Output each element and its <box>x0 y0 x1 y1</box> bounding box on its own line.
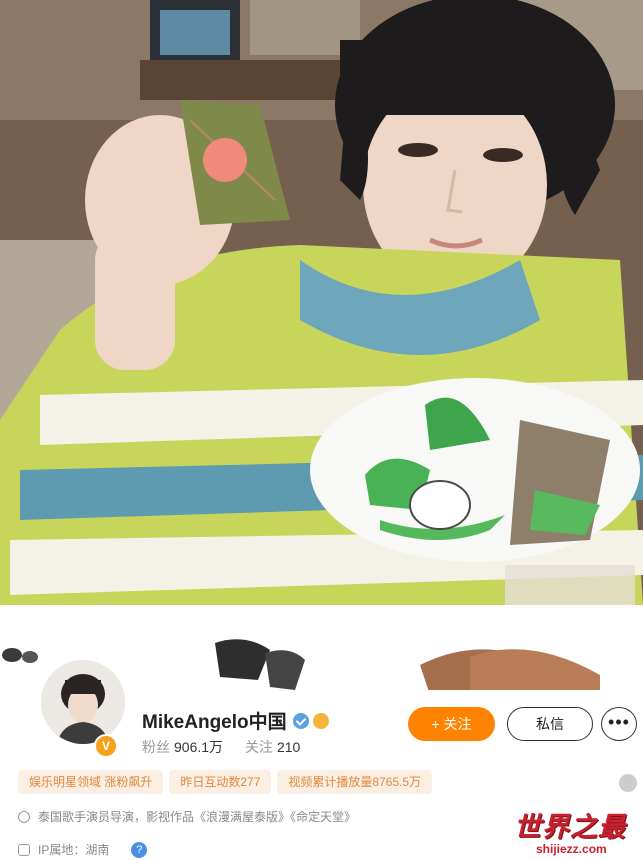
bio-icon <box>18 810 30 823</box>
following-label: 关注 <box>244 739 273 755</box>
fans-count[interactable]: 906.1万 <box>174 739 223 755</box>
tag-item[interactable]: 娱乐明星领域 涨粉飙升 <box>18 770 164 794</box>
spacer <box>0 605 643 635</box>
bio-row: 泰国歌手演员导演，影视作品《浪漫满屋泰版》《命定天堂》 <box>18 808 356 825</box>
ip-row: IP属地：湖南 ? <box>18 841 148 858</box>
site-watermark: 世界之最 shijiezz.com <box>514 812 640 856</box>
photo-illustration <box>0 0 643 605</box>
message-button[interactable]: 私信 <box>507 707 593 741</box>
watermark-title: 世界之最 <box>514 812 626 842</box>
help-icon[interactable]: ? <box>131 841 148 858</box>
following-count[interactable]: 210 <box>277 739 300 755</box>
fan-badge-icon <box>312 712 329 729</box>
avatar[interactable] <box>38 657 128 747</box>
tag-list: 娱乐明星领域 涨粉飙升 昨日互动数277 视频累计播放量8765.5万 <box>18 770 438 794</box>
watermark-site: shijiezz.com <box>536 842 607 856</box>
ip-location: IP属地：湖南 <box>38 843 110 857</box>
bio-text: 泰国歌手演员导演，影视作品《浪漫满屋泰版》《命定天堂》 <box>38 810 357 824</box>
profile-stats: 粉丝 906.1万 关注 210 <box>142 737 318 757</box>
more-button[interactable]: ••• <box>601 707 637 741</box>
follow-button[interactable]: + 关注 <box>408 707 495 741</box>
tag-item[interactable]: 视频累计播放量8765.5万 <box>277 770 433 794</box>
location-icon <box>18 843 30 856</box>
verified-badge: V <box>94 734 118 758</box>
profile-name: MikeAngelo中国 <box>142 712 287 733</box>
post-photo[interactable] <box>0 0 643 605</box>
verified-check-icon <box>292 712 309 729</box>
avatar-image <box>41 660 125 744</box>
tags-expand-icon[interactable] <box>619 774 637 792</box>
tag-item[interactable]: 昨日互动数277 <box>169 770 272 794</box>
name-row: MikeAngelo中国 <box>142 707 329 734</box>
fans-label: 粉丝 <box>142 739 170 755</box>
